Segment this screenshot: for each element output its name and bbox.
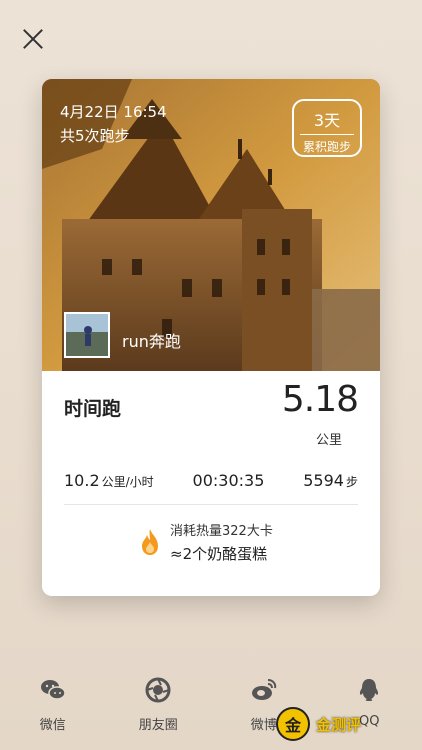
user-name: run奔跑 (122, 332, 181, 351)
cumulative-days-badge: 3天 累积跑步 (292, 99, 362, 157)
duration-value: 00:30:35 (192, 471, 265, 490)
steps-unit: 步 (345, 475, 358, 489)
distance-unit: 公里 (315, 433, 342, 448)
steps-metric: 5594 步 (303, 471, 358, 490)
metrics-row: 10.2 公里/小时 00:30:35 5594 步 (64, 471, 358, 495)
weibo-icon (251, 679, 276, 700)
run-mode-title: 时间跑 (64, 398, 122, 420)
share-moments-label: 朋友圈 (138, 718, 178, 733)
avatar (64, 312, 110, 358)
share-moments-button[interactable]: 朋友圈 (113, 672, 203, 750)
share-wechat-button[interactable]: 微信 (8, 672, 98, 750)
flame-icon (142, 529, 158, 555)
share-wechat-label: 微信 (39, 718, 66, 733)
calorie-equivalent: ≈2个奶酪蛋糕 (170, 545, 268, 563)
stats-divider (64, 504, 358, 505)
moments-icon (145, 677, 171, 703)
close-button[interactable] (18, 24, 48, 54)
run-count: 共5次跑步 (60, 127, 130, 145)
wechat-icon (40, 680, 66, 700)
distance-value: 5.18 (281, 379, 359, 420)
watermark-text: 金测评 (316, 715, 362, 734)
hero-image: 4月22日 16:54 共5次跑步 3天 累积跑步 run奔跑 (42, 79, 380, 371)
calorie-consumed: 消耗热量322大卡 (170, 524, 273, 539)
badge-label: 累积跑步 (302, 140, 351, 154)
pace-unit: 公里/小时 (101, 475, 154, 489)
badge-divider (300, 134, 354, 135)
calorie-text: 消耗热量322大卡 ≈2个奶酪蛋糕 (170, 520, 273, 564)
watermark-badge: 金 (276, 707, 310, 741)
steps-value: 5594 (303, 471, 344, 490)
duration-metric: 00:30:35 (193, 471, 265, 490)
run-date: 4月22日 16:54 (60, 103, 167, 121)
badge-days: 3天 (313, 111, 341, 130)
calorie-info: 消耗热量322大卡 ≈2个奶酪蛋糕 (138, 520, 273, 564)
pace-value: 10.2 (64, 471, 100, 490)
watermark-logo: 金 金测评 (276, 707, 396, 741)
pace-metric: 10.2 公里/小时 (64, 471, 154, 490)
qq-icon (360, 679, 379, 701)
run-share-card: 4月22日 16:54 共5次跑步 3天 累积跑步 run奔跑 时间跑 5.18… (42, 79, 380, 596)
